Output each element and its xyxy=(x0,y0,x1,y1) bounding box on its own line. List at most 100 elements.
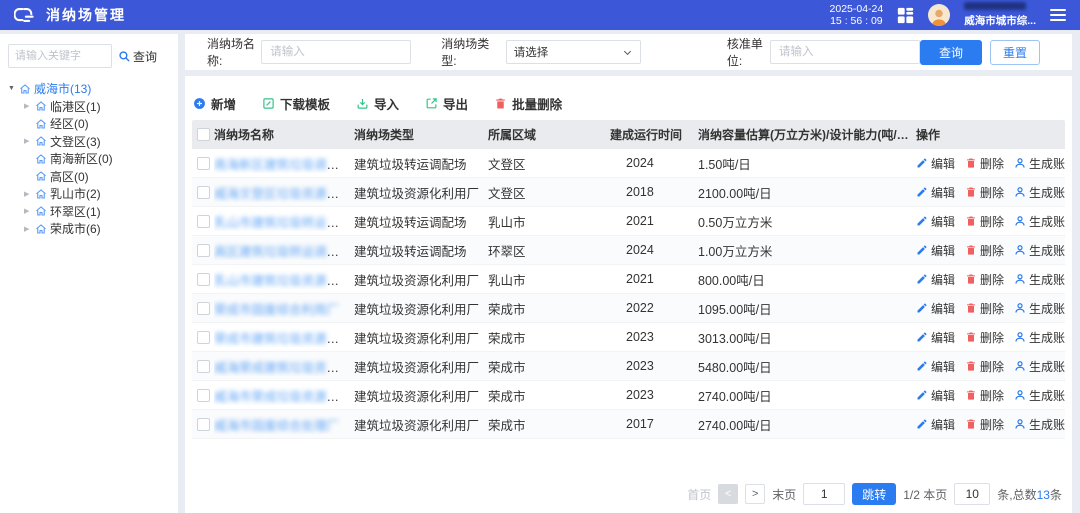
apps-grid-icon[interactable] xyxy=(897,7,914,24)
generate-account-button[interactable]: 生成账号 xyxy=(1014,271,1065,288)
generate-account-button[interactable]: 生成账号 xyxy=(1014,329,1065,346)
table-toolbar: 新增 下载模板 导入 导出 批量删除 xyxy=(185,76,1072,120)
delete-button[interactable]: 删除 xyxy=(965,358,1004,375)
pagination-first[interactable]: 首页 xyxy=(687,486,711,503)
user-avatar[interactable] xyxy=(928,4,950,26)
caret-right-icon[interactable]: ▶ xyxy=(24,207,35,215)
download-template-button[interactable]: 下载模板 xyxy=(262,94,330,113)
export-button[interactable]: 导出 xyxy=(425,94,468,113)
table-row: 荣成市建筑垃圾资源化利用厂建筑垃圾资源化利用厂荣成市20233013.00吨/日… xyxy=(192,323,1065,352)
delete-button[interactable]: 删除 xyxy=(965,155,1004,172)
edit-button[interactable]: 编辑 xyxy=(916,358,955,375)
site-name-link[interactable]: 乳山市建筑垃圾资源化利用厂 xyxy=(214,274,354,288)
tree-node[interactable]: ▶环翠区(1) xyxy=(8,203,170,221)
sidebar-search-button[interactable]: 查询 xyxy=(118,48,157,65)
row-checkbox[interactable] xyxy=(197,157,210,170)
row-checkbox[interactable] xyxy=(197,302,210,315)
edit-button[interactable]: 编辑 xyxy=(916,271,955,288)
sidebar-search-input[interactable] xyxy=(8,44,112,68)
edit-button[interactable]: 编辑 xyxy=(916,300,955,317)
caret-right-icon[interactable]: ▶ xyxy=(24,102,35,110)
edit-button[interactable]: 编辑 xyxy=(916,155,955,172)
pagination-last[interactable]: 末页 xyxy=(772,486,796,503)
row-checkbox[interactable] xyxy=(197,273,210,286)
jump-button[interactable]: 跳转 xyxy=(852,483,896,505)
query-button[interactable]: 查询 xyxy=(920,40,982,65)
edit-button[interactable]: 编辑 xyxy=(916,387,955,404)
site-name-link[interactable]: 威海市荣成垃圾资源化利用厂 xyxy=(214,390,354,404)
row-checkbox[interactable] xyxy=(197,215,210,228)
generate-account-button[interactable]: 生成账号 xyxy=(1014,387,1065,404)
generate-account-button[interactable]: 生成账号 xyxy=(1014,416,1065,433)
delete-button[interactable]: 删除 xyxy=(965,242,1004,259)
tree-node[interactable]: 高区(0) xyxy=(8,168,170,186)
user-info[interactable]: 威海市城市综... xyxy=(964,2,1036,28)
delete-button[interactable]: 删除 xyxy=(965,329,1004,346)
delete-button[interactable]: 删除 xyxy=(965,300,1004,317)
menu-icon[interactable] xyxy=(1050,9,1066,21)
row-checkbox[interactable] xyxy=(197,418,210,431)
tree-node[interactable]: 南海新区(0) xyxy=(8,150,170,168)
generate-account-button[interactable]: 生成账号 xyxy=(1014,155,1065,172)
import-button[interactable]: 导入 xyxy=(356,94,399,113)
template-icon xyxy=(262,97,275,110)
delete-button[interactable]: 删除 xyxy=(965,387,1004,404)
reset-button[interactable]: 重置 xyxy=(990,40,1040,65)
edit-pencil-icon xyxy=(916,186,928,198)
site-name-link[interactable]: 高区建筑垃圾转运调配场一处 xyxy=(214,245,354,259)
delete-button[interactable]: 删除 xyxy=(965,271,1004,288)
site-name-link[interactable]: 荣成市建筑垃圾资源化利用厂 xyxy=(214,332,354,346)
table-row: 乳山市建筑垃圾转运调配场建筑垃圾转运调配场乳山市20210.50万立方米编辑删除… xyxy=(192,207,1065,236)
edit-button[interactable]: 编辑 xyxy=(916,242,955,259)
generate-account-button[interactable]: 生成账号 xyxy=(1014,213,1065,230)
site-name-link[interactable]: 威海荣成建筑垃圾资源化厂 xyxy=(214,361,354,375)
site-type-select[interactable]: 请选择 xyxy=(506,40,641,64)
tree-node[interactable]: ▶荣成市(6) xyxy=(8,220,170,238)
edit-button[interactable]: 编辑 xyxy=(916,416,955,433)
add-button[interactable]: 新增 xyxy=(193,94,236,113)
site-name-link[interactable]: 乳山市建筑垃圾转运调配场 xyxy=(214,216,354,230)
batch-delete-button[interactable]: 批量删除 xyxy=(494,94,562,113)
site-name-link[interactable]: 荣成市固废综合利用厂 xyxy=(214,303,339,317)
approve-unit-filter-input[interactable] xyxy=(770,40,920,64)
page-number-input[interactable] xyxy=(803,483,845,505)
page-size-input[interactable] xyxy=(954,483,990,505)
site-name-link[interactable]: 威海市固废综合处理厂 xyxy=(214,419,339,433)
pagination-next-button[interactable]: > xyxy=(745,484,765,504)
caret-right-icon[interactable]: ▶ xyxy=(24,137,35,145)
cell-capacity: 2740.00吨/日 xyxy=(698,386,916,405)
edit-button[interactable]: 编辑 xyxy=(916,329,955,346)
caret-right-icon[interactable]: ▶ xyxy=(24,190,35,198)
row-checkbox[interactable] xyxy=(197,186,210,199)
search-icon xyxy=(118,50,131,63)
edit-button[interactable]: 编辑 xyxy=(916,213,955,230)
generate-account-button[interactable]: 生成账号 xyxy=(1014,358,1065,375)
generate-account-button[interactable]: 生成账号 xyxy=(1014,242,1065,259)
delete-button[interactable]: 删除 xyxy=(965,184,1004,201)
row-checkbox[interactable] xyxy=(197,360,210,373)
delete-button[interactable]: 删除 xyxy=(965,213,1004,230)
caret-down-icon[interactable]: ▼ xyxy=(8,85,19,92)
row-checkbox[interactable] xyxy=(197,331,210,344)
tree-node[interactable]: 经区(0) xyxy=(8,115,170,133)
select-all-checkbox[interactable] xyxy=(197,128,210,141)
generate-account-button[interactable]: 生成账号 xyxy=(1014,300,1065,317)
row-checkbox[interactable] xyxy=(197,244,210,257)
cell-site-type: 建筑垃圾资源化利用厂 xyxy=(354,328,488,347)
caret-right-icon[interactable]: ▶ xyxy=(24,225,35,233)
user-org: 威海市城市综... xyxy=(964,13,1036,28)
tree-node[interactable]: ▶文登区(3) xyxy=(8,133,170,151)
tree-node[interactable]: ▼威海市(13) xyxy=(8,80,170,98)
site-name-filter-input[interactable] xyxy=(261,40,411,64)
site-name-link[interactable]: 南海新区建筑垃圾调配场 xyxy=(214,158,352,172)
edit-button[interactable]: 编辑 xyxy=(916,184,955,201)
trash-icon xyxy=(965,244,977,256)
tree-node[interactable]: ▶临港区(1) xyxy=(8,98,170,116)
tree-node[interactable]: ▶乳山市(2) xyxy=(8,185,170,203)
delete-button[interactable]: 删除 xyxy=(965,416,1004,433)
row-checkbox[interactable] xyxy=(197,389,210,402)
site-name-link[interactable]: 威海文登区垃圾资源化利用厂 xyxy=(214,187,354,201)
pagination-prev-button[interactable]: < xyxy=(718,484,738,504)
cell-year: 2021 xyxy=(610,214,698,228)
generate-account-button[interactable]: 生成账号 xyxy=(1014,184,1065,201)
